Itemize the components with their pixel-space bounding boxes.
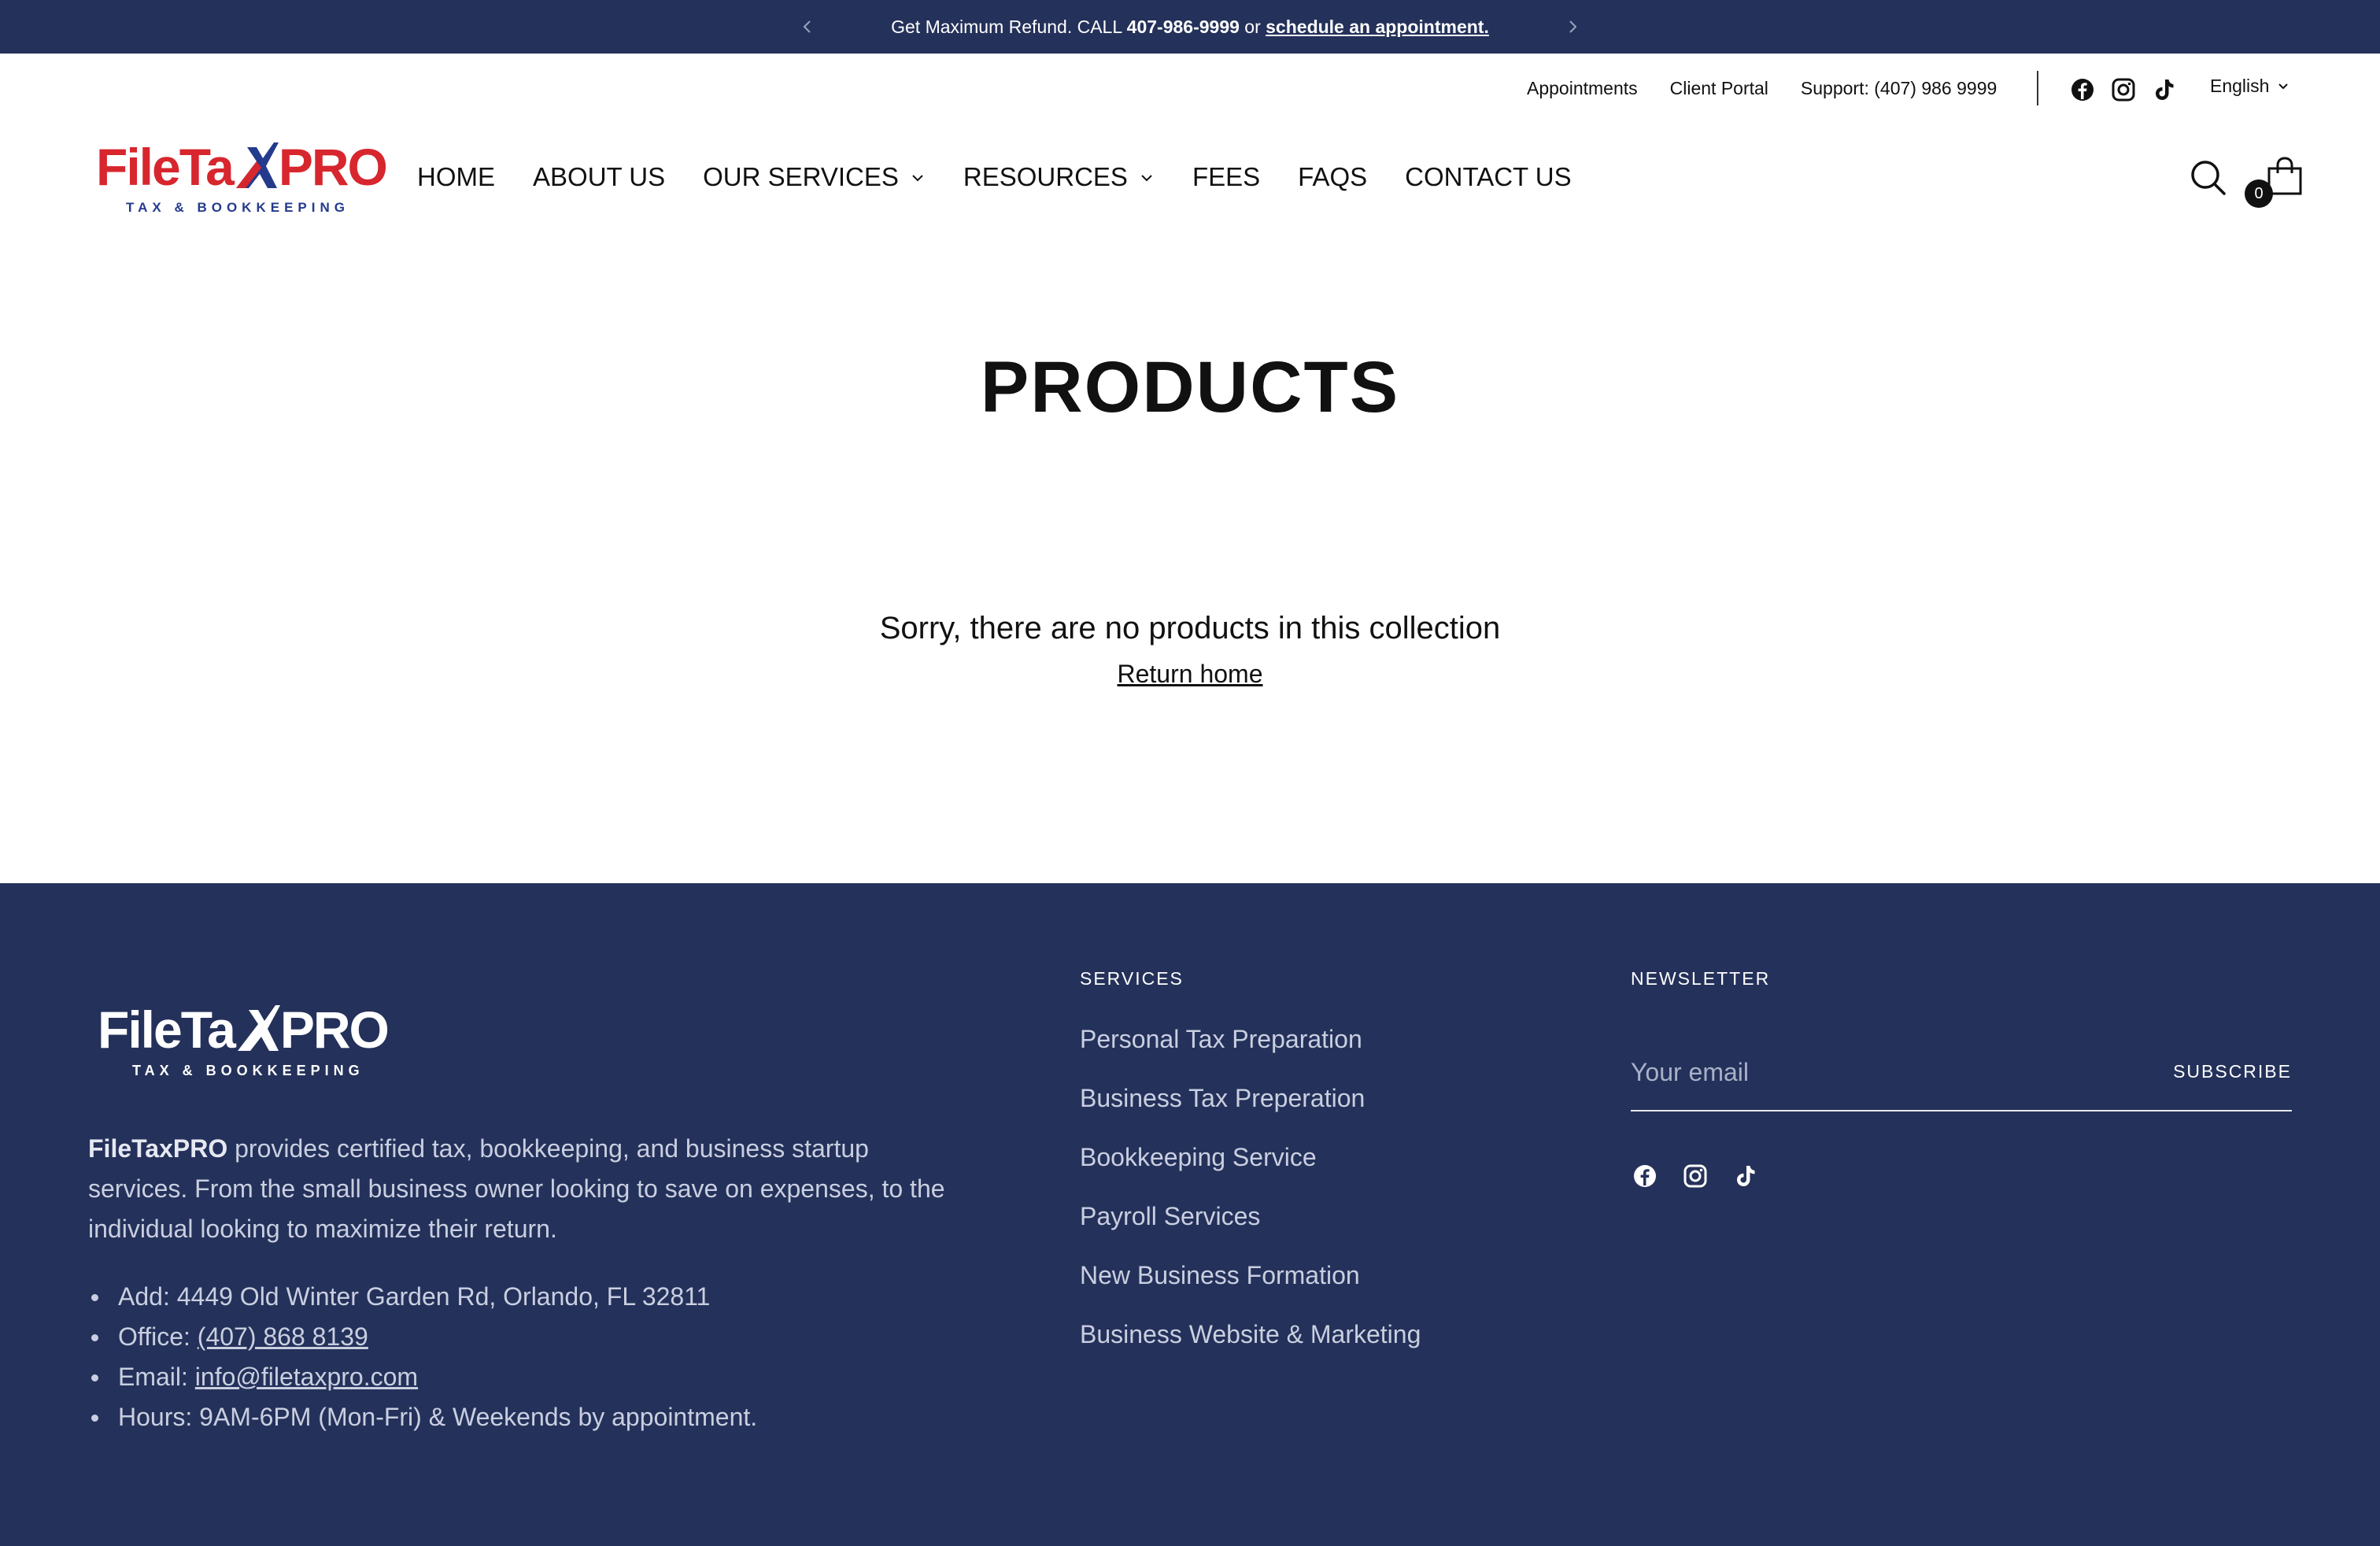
footer-about-brand: FileTaxPRO	[88, 1134, 228, 1163]
footer-service-link[interactable]: New Business Formation	[1080, 1259, 1421, 1319]
footer-email-link[interactable]: info@filetaxpro.com	[195, 1363, 418, 1391]
facebook-icon[interactable]	[1631, 1162, 1659, 1194]
footer-contact-list: Add: 4449 Old Winter Garden Rd, Orlando,…	[91, 1277, 758, 1437]
newsletter-email-input[interactable]: Your email SUBSCRIBE	[1631, 1049, 2292, 1111]
footer-service-link[interactable]: Business Website & Marketing	[1080, 1319, 1421, 1378]
footer-email-label: Email:	[118, 1363, 195, 1391]
nav-home-label: HOME	[417, 162, 495, 191]
instagram-icon[interactable]	[1681, 1162, 1709, 1194]
site-logo[interactable]: FileTa PRO TAX & BOOKKEEPING	[96, 137, 388, 220]
tiktok-icon[interactable]	[2150, 76, 2179, 108]
language-label: English	[2210, 76, 2270, 96]
footer-logo-word-filetax: FileTa	[98, 1000, 236, 1059]
nav-faqs-label: FAQS	[1298, 162, 1368, 191]
search-icon[interactable]	[2190, 159, 2226, 195]
logo-x-mark	[233, 142, 279, 189]
newsletter-email-placeholder: Your email	[1631, 1058, 1750, 1086]
footer-service-link[interactable]: Business Tax Preperation	[1080, 1082, 1421, 1141]
chevron-down-icon	[1128, 162, 1155, 192]
nav-about-label: ABOUT US	[533, 162, 666, 191]
nav-resources-label: RESOURCES	[963, 162, 1128, 191]
chevron-down-icon	[899, 162, 926, 192]
appointments-link[interactable]: Appointments	[1527, 78, 1638, 99]
footer-about-text: FileTaxPRO provides certified tax, bookk…	[88, 1129, 946, 1249]
instagram-icon[interactable]	[2109, 76, 2138, 108]
announcement-bar: Get Maximum Refund. CALL 407-986-9999 or…	[0, 0, 2380, 54]
tiktok-icon[interactable]	[1731, 1162, 1760, 1194]
footer-address-text: Add: 4449 Old Winter Garden Rd, Orlando,…	[118, 1282, 711, 1311]
announcement-text: Get Maximum Refund. CALL 407-986-9999 or…	[0, 0, 2380, 54]
footer-office-phone-link[interactable]: (407) 868 8139	[198, 1322, 368, 1351]
page-title: PRODUCTS	[980, 347, 1400, 427]
footer-service-link[interactable]: Payroll Services	[1080, 1200, 1421, 1259]
announcement-prefix: Get Maximum Refund. CALL	[891, 17, 1127, 37]
footer-address: Add: 4449 Old Winter Garden Rd, Orlando,…	[91, 1277, 757, 1317]
footer-social-links	[1631, 1162, 1760, 1194]
utility-divider	[2037, 71, 2038, 105]
main-nav: HOME ABOUT US OUR SERVICES RESOURCES FEE…	[417, 157, 1609, 197]
chevron-right-icon[interactable]	[1560, 14, 1585, 39]
subscribe-button[interactable]: SUBSCRIBE	[2173, 1061, 2292, 1082]
site-footer: FileTa PRO TAX & BOOKKEEPING FileTaxPRO p…	[0, 883, 2380, 1546]
nav-contact[interactable]: CONTACT US	[1405, 162, 1571, 192]
announcement-middle: or	[1239, 17, 1266, 37]
footer-service-link[interactable]: Personal Tax Preparation	[1080, 1023, 1421, 1082]
logo-tagline: TAX & BOOKKEEPING	[126, 200, 349, 215]
facebook-icon[interactable]	[2068, 76, 2097, 108]
footer-services-heading: SERVICES	[1080, 968, 1184, 989]
announcement-phone[interactable]: 407-986-9999	[1127, 17, 1240, 37]
utility-links: Appointments Client Portal Support: (407…	[1527, 72, 2029, 104]
footer-office-label: Office:	[118, 1322, 198, 1351]
nav-contact-label: CONTACT US	[1405, 162, 1572, 191]
language-selector[interactable]: English	[2210, 76, 2289, 97]
footer-logo-x-mark	[235, 1004, 280, 1052]
nav-services-label: OUR SERVICES	[703, 162, 899, 191]
footer-hours: Hours: 9AM-6PM (Mon-Fri) & Weekends by a…	[91, 1397, 758, 1437]
nav-home[interactable]: HOME	[417, 162, 495, 192]
footer-email: Email: info@filetaxpro.com	[91, 1357, 757, 1397]
footer-hours-text: Hours: 9AM-6PM (Mon-Fri) & Weekends by a…	[118, 1403, 758, 1431]
support-phone-link[interactable]: Support: (407) 986 9999	[1801, 78, 1997, 99]
schedule-appointment-link[interactable]: schedule an appointment.	[1266, 17, 1489, 37]
nav-fees-label: FEES	[1192, 162, 1261, 191]
nav-our-services[interactable]: OUR SERVICES	[703, 162, 926, 192]
footer-service-link[interactable]: Bookkeeping Service	[1080, 1141, 1421, 1200]
footer-newsletter-heading: NEWSLETTER	[1631, 968, 1771, 989]
nav-fees[interactable]: FEES	[1192, 162, 1260, 192]
empty-collection-message: Sorry, there are no products in this col…	[879, 611, 1501, 645]
nav-faqs[interactable]: FAQS	[1298, 162, 1367, 192]
logo-word-pro: PRO	[278, 138, 388, 196]
chevron-down-icon	[2277, 76, 2289, 97]
logo-word-filetax: FileTa	[96, 138, 235, 196]
client-portal-link[interactable]: Client Portal	[1670, 78, 1768, 99]
footer-logo[interactable]: FileTa PRO TAX & BOOKKEEPING	[98, 1000, 397, 1088]
footer-logo-tagline: TAX & BOOKKEEPING	[132, 1063, 364, 1078]
footer-office: Office: (407) 868 8139	[91, 1317, 757, 1357]
footer-logo-word-pro: PRO	[279, 1000, 390, 1059]
footer-services-list: Personal Tax Preparation Business Tax Pr…	[1080, 1023, 1421, 1378]
cart-count-badge: 0	[2245, 179, 2273, 208]
header-social-links	[2068, 76, 2179, 108]
nav-resources[interactable]: RESOURCES	[963, 162, 1155, 192]
return-home-link[interactable]: Return home	[1111, 660, 1269, 689]
nav-about[interactable]: ABOUT US	[533, 162, 665, 192]
